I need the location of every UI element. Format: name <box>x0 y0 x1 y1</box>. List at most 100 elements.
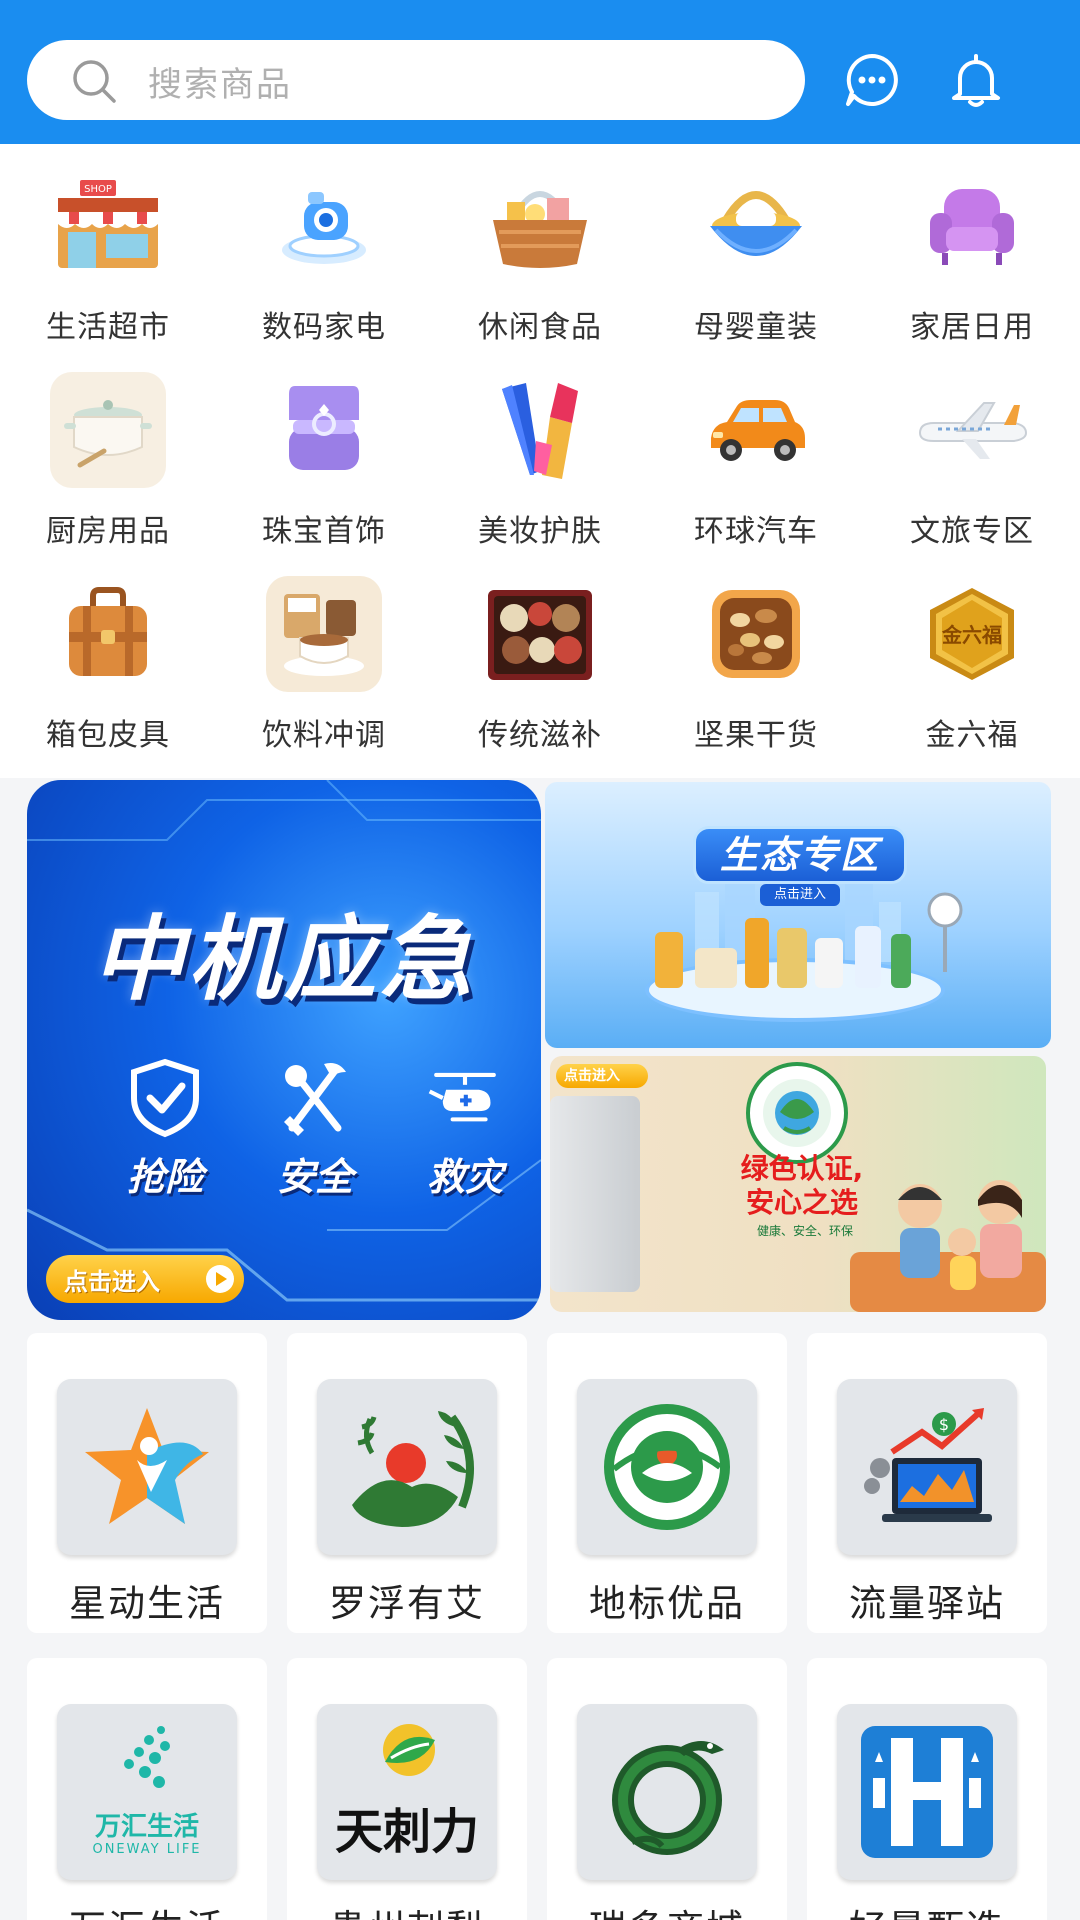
logo-wordmark: 万汇生活 <box>94 1812 199 1842</box>
category-item-home[interactable]: 家居日用 <box>864 144 1080 348</box>
lipstick-icon <box>482 372 598 488</box>
category-label: 传统滋补 <box>478 718 602 753</box>
shield-check-icon <box>131 1058 199 1138</box>
product-detergent <box>855 926 881 988</box>
category-item-jewelry[interactable]: 珠宝首饰 <box>216 348 432 552</box>
category-item-baby[interactable]: 母婴童装 <box>648 144 864 348</box>
green-enter-button[interactable]: 点击进入 <box>556 1064 648 1088</box>
dots-graphic <box>124 1726 170 1788</box>
store-card-luofu[interactable]: 罗浮有艾 <box>287 1333 527 1633</box>
feature-rescue: 抢险 <box>105 1058 225 1201</box>
feature-label: 安全 <box>276 1155 353 1199</box>
store-card-haojing[interactable]: 好景甄选 <box>807 1658 1047 1920</box>
logo-subtitle: ONEWAY LIFE <box>92 1842 202 1857</box>
banner-green-certification[interactable]: 点击进入 绿色认证, 安心之选 健康、安全、环保 <box>550 1056 1046 1312</box>
store-card-dibiao[interactable]: 地标优品 <box>547 1333 787 1633</box>
eco-title-plate: 生态专区 <box>693 826 907 884</box>
enter-label: 点击进入 <box>64 1267 160 1296</box>
store-card-ruiduo[interactable]: 瑞多商城 <box>547 1658 787 1920</box>
category-label: 美妆护肤 <box>478 514 602 549</box>
tech-lines-decoration <box>27 780 541 1302</box>
helicopter-icon <box>428 1072 496 1122</box>
snack-basket-icon <box>482 168 598 284</box>
store-name: 贵州刺梨 <box>287 1898 527 1920</box>
category-label: 金六福 <box>925 718 1019 753</box>
feature-safety: 安全 <box>255 1058 375 1201</box>
bell-icon[interactable] <box>948 52 1004 108</box>
baby-crib-icon <box>698 168 814 284</box>
geo-indication-logo-icon <box>577 1379 757 1555</box>
store-name: 罗浮有艾 <box>329 1582 485 1625</box>
store-card-xingdong[interactable]: 星动生活 <box>27 1333 267 1633</box>
svg-text:金六福: 金六福 <box>941 623 1002 647</box>
category-item-cosmetics[interactable]: 美妆护肤 <box>432 348 648 552</box>
search-bar[interactable]: 搜索商品 <box>27 40 805 120</box>
store-name: 好景甄选 <box>807 1898 1047 1920</box>
product-oil <box>655 932 683 988</box>
store-name: 星动生活 <box>69 1582 225 1625</box>
emergency-enter-button[interactable]: 点击进入 <box>46 1255 244 1303</box>
store-name: 万汇生活 <box>27 1898 267 1920</box>
logo-wordmark: 天刺力 <box>334 1804 479 1860</box>
category-label: 箱包皮具 <box>46 718 170 753</box>
search-placeholder: 搜索商品 <box>148 65 292 105</box>
luofu-mountain-logo-icon <box>317 1379 497 1555</box>
svg-text:SHOP: SHOP <box>84 184 112 195</box>
top-bar: 搜索商品 <box>0 0 1080 144</box>
banner-emergency[interactable]: 中机应急 抢险 安全 救灾 点击进入 <box>27 780 541 1320</box>
store-name: 瑞多商城 <box>547 1898 787 1920</box>
category-label: 母婴童装 <box>694 310 818 345</box>
eco-title: 生态专区 <box>719 833 880 877</box>
category-label: 厨房用品 <box>46 514 170 549</box>
category-item-luggage[interactable]: 箱包皮具 <box>0 552 216 756</box>
store-card-wanhui[interactable]: 万汇生活 ONEWAY LIFE 万汇生活 <box>27 1658 267 1920</box>
store-name: 流量驿站 <box>849 1582 1005 1625</box>
category-grid: SHOP 生活超市 数码家电 休闲食品 母婴童装 家居日用 厨房用品 珠宝首饰 … <box>0 144 1080 778</box>
store-name: 地标优品 <box>589 1582 745 1625</box>
category-label: 珠宝首饰 <box>262 514 386 549</box>
shop-icon: SHOP <box>50 168 166 284</box>
product-green-bottle <box>891 934 911 988</box>
category-label: 坚果干货 <box>694 718 818 753</box>
category-item-snacks[interactable]: 休闲食品 <box>432 144 648 348</box>
category-label: 饮料冲调 <box>262 718 386 753</box>
banner-eco-zone[interactable]: 生态专区 点击进入 <box>545 782 1051 1048</box>
h-letter-logo-icon <box>837 1704 1017 1880</box>
category-item-jinliufu[interactable]: 金六福 金六福 <box>864 552 1080 756</box>
arrow-right-icon <box>206 1265 234 1293</box>
category-item-drinks[interactable]: 饮料冲调 <box>216 552 432 756</box>
category-label: 家居日用 <box>910 310 1034 345</box>
suitcase-icon <box>50 576 166 692</box>
eco-enter-label: 点击进入 <box>760 884 840 906</box>
car-icon <box>698 372 814 488</box>
dragon-ring-logo-icon <box>577 1704 757 1880</box>
category-item-digital[interactable]: 数码家电 <box>216 144 432 348</box>
store-card-guizhou[interactable]: 天刺力 贵州刺梨 <box>287 1658 527 1920</box>
category-item-cars[interactable]: 环球汽车 <box>648 348 864 552</box>
ring-box-icon <box>266 372 382 488</box>
product-bottle <box>745 918 769 988</box>
camera-device-icon <box>266 168 382 284</box>
nuts-icon <box>698 576 814 692</box>
tonic-box-icon <box>482 576 598 692</box>
category-item-tonic[interactable]: 传统滋补 <box>432 552 648 756</box>
feature-label: 救灾 <box>426 1155 503 1199</box>
category-item-nuts[interactable]: 坚果干货 <box>648 552 864 756</box>
category-item-kitchen[interactable]: 厨房用品 <box>0 348 216 552</box>
banner-title: 中机应急 <box>91 906 476 1013</box>
category-label: 生活超市 <box>46 310 170 345</box>
gold-badge-icon: 金六福 <box>914 576 1030 692</box>
store-card-liuliang[interactable]: $ 流量驿站 <box>807 1333 1047 1633</box>
category-label: 数码家电 <box>262 310 386 345</box>
message-icon[interactable] <box>844 52 900 108</box>
category-item-travel[interactable]: 文旅专区 <box>864 348 1080 552</box>
family-illustration <box>850 1180 1046 1312</box>
category-item-supermarket[interactable]: SHOP 生活超市 <box>0 144 216 348</box>
cooking-pot-icon <box>50 372 166 488</box>
star-person-logo-icon <box>57 1379 237 1555</box>
product-flour <box>815 938 843 988</box>
wanhui-logo-icon: 万汇生活 ONEWAY LIFE <box>57 1704 237 1880</box>
cili-logo-icon: 天刺力 <box>317 1704 497 1880</box>
product-oil-bottle <box>777 928 807 988</box>
coffee-icon <box>266 576 382 692</box>
